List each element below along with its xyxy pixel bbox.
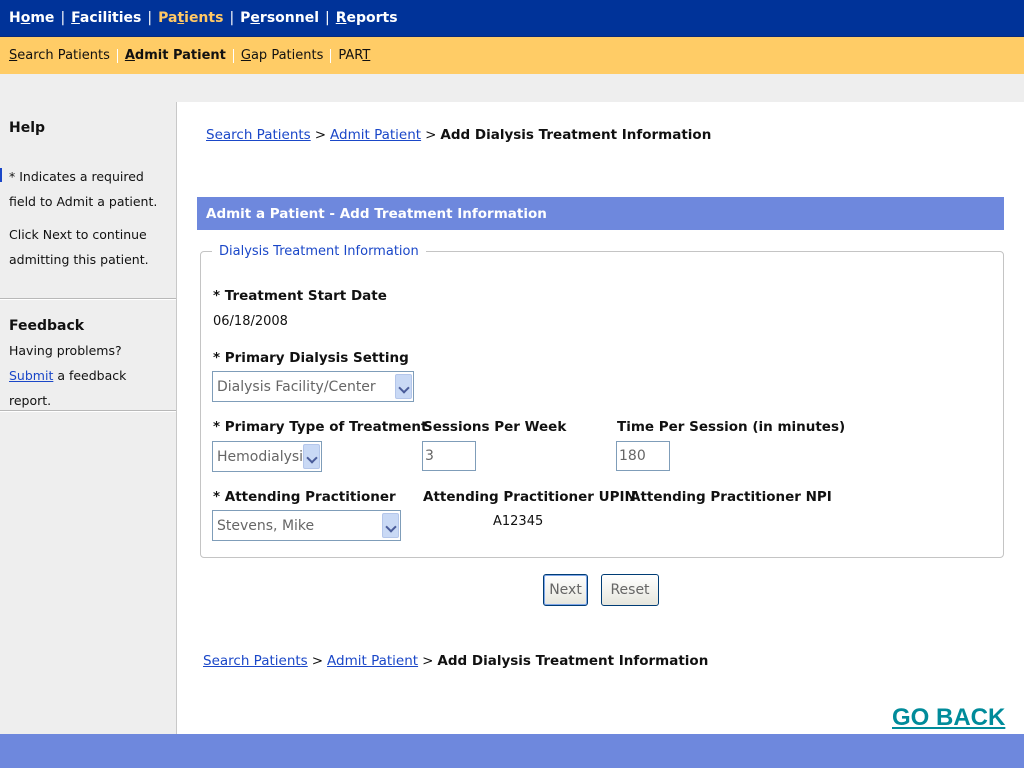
panel-title: Admit a Patient - Add Treatment Informat… xyxy=(197,197,1004,230)
breadcrumb-search-patients[interactable]: Search Patients xyxy=(203,653,308,669)
spacer-bar xyxy=(0,74,1024,102)
practitioner-upin-value: A12345 xyxy=(493,514,544,529)
go-back-link[interactable]: GO BACK xyxy=(892,704,1005,732)
nav-facilities[interactable]: Facilities xyxy=(71,10,141,26)
breadcrumb: Search Patients > Admit Patient > Add Dialys… xyxy=(206,127,711,143)
help-next-note: Click Next to continue admitting this pa… xyxy=(9,227,149,267)
treatment-type-value: Hemodialysis xyxy=(217,449,311,465)
sessions-per-week-input[interactable]: 3 xyxy=(422,441,476,471)
reset-button[interactable]: Reset xyxy=(601,574,659,606)
help-required-note: * Indicates a required field to Admit a … xyxy=(9,169,158,209)
subnav-search-patients[interactable]: Search Patients xyxy=(9,48,110,63)
nav-separator: | xyxy=(147,10,153,26)
time-per-session-label: Time Per Session (in minutes) xyxy=(617,419,846,435)
breadcrumb-search-patients[interactable]: Search Patients xyxy=(206,127,311,143)
start-date-label: * Treatment Start Date xyxy=(213,288,387,304)
nav-separator: | xyxy=(325,10,330,26)
sub-nav-bar: Search Patients Admit Patient Gap Patients… xyxy=(0,37,1024,74)
left-edge-marker xyxy=(0,168,2,182)
practitioner-select[interactable]: Stevens, Mike xyxy=(212,510,401,541)
sessions-per-week-label: Sessions Per Week xyxy=(423,419,567,435)
subnav-part[interactable]: PART xyxy=(338,48,370,63)
top-nav-bar: Home | Facilities | Patients | Personnel | Repor… xyxy=(0,0,1024,37)
nav-patients[interactable]: Patients xyxy=(158,10,223,26)
breadcrumb-admit-patient[interactable]: Admit Patient xyxy=(327,653,418,669)
feedback-title: Feedback xyxy=(9,318,85,334)
sub-nav-items: Search Patients Admit Patient Gap Patients… xyxy=(9,48,370,63)
nav-reports[interactable]: Reports xyxy=(336,10,398,26)
breadcrumb-current: Add Dialysis Treatment Information xyxy=(437,653,709,669)
practitioner-upin-label: Attending Practitioner UPIN xyxy=(423,489,636,505)
fieldset-legend: Dialysis Treatment Information xyxy=(212,244,426,259)
dialysis-setting-value: Dialysis Facility/Center xyxy=(217,379,376,395)
footer-bar xyxy=(0,734,1024,768)
practitioner-label: * Attending Practitioner xyxy=(213,489,396,505)
sidebar-divider xyxy=(0,298,176,300)
breadcrumb-separator: > xyxy=(422,653,434,669)
subnav-separator xyxy=(116,48,118,63)
subnav-separator xyxy=(232,48,234,63)
breadcrumb-bottom: Search Patients > Admit Patient > Add Dialys… xyxy=(203,653,708,669)
chevron-down-icon[interactable] xyxy=(303,444,320,469)
subnav-gap-patients[interactable]: Gap Patients xyxy=(241,48,323,63)
subnav-admit-patient[interactable]: Admit Patient xyxy=(125,48,226,63)
time-per-session-input[interactable]: 180 xyxy=(616,441,670,471)
help-title: Help xyxy=(9,120,46,136)
practitioner-npi-label: Attending Practitioner NPI xyxy=(630,489,832,505)
feedback-text: Having problems? Submit a feedback repor… xyxy=(9,343,127,408)
treatment-type-select[interactable]: Hemodialysis xyxy=(212,441,322,472)
nav-separator: | xyxy=(60,10,66,26)
feedback-section: Feedback Having problems? Submit a feedb… xyxy=(0,318,176,413)
breadcrumb-separator: > xyxy=(314,127,327,143)
breadcrumb-admit-patient[interactable]: Admit Patient xyxy=(330,127,421,143)
next-button[interactable]: Next xyxy=(543,574,588,606)
start-date-value: 06/18/2008 xyxy=(213,314,288,329)
dialysis-setting-select[interactable]: Dialysis Facility/Center xyxy=(212,371,414,402)
sidebar: Help * Indicates a required field to Adm… xyxy=(0,102,177,734)
help-section: Help * Indicates a required field to Adm… xyxy=(0,120,176,272)
submit-feedback-link[interactable]: Submit xyxy=(9,368,53,383)
nav-separator: | xyxy=(229,10,235,26)
nav-home[interactable]: Home xyxy=(9,10,54,26)
chevron-down-icon[interactable] xyxy=(382,513,399,538)
subnav-separator xyxy=(330,48,332,63)
treatment-type-label: * Primary Type of Treatment xyxy=(213,419,428,435)
practitioner-value: Stevens, Mike xyxy=(217,518,315,534)
chevron-down-icon[interactable] xyxy=(395,374,412,399)
nav-personnel[interactable]: Personnel xyxy=(240,10,319,26)
breadcrumb-separator: > xyxy=(311,653,324,669)
breadcrumb-current: Add Dialysis Treatment Information xyxy=(440,127,712,143)
sidebar-divider xyxy=(0,410,176,412)
dialysis-setting-label: * Primary Dialysis Setting xyxy=(213,350,409,366)
top-nav-items: Home | Facilities | Patients | Personnel | Repor… xyxy=(9,10,398,26)
breadcrumb-separator: > xyxy=(425,127,437,143)
